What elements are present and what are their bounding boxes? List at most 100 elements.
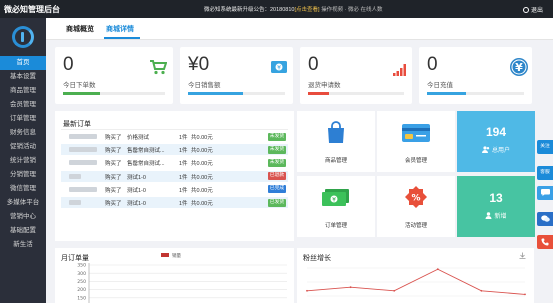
sidebar-item[interactable]: 分销管理: [0, 168, 46, 182]
sidebar-item[interactable]: 商品管理: [0, 84, 46, 98]
svg-text:¥: ¥: [332, 197, 336, 204]
sidebar-item[interactable]: 首页: [0, 56, 46, 70]
order-qty: 1件: [179, 161, 188, 168]
sidebar-item[interactable]: 会员管理: [0, 98, 46, 112]
sidebar-item[interactable]: 多媒体平台: [0, 196, 46, 210]
stat-progress: [63, 92, 165, 95]
total-users-text: 总用户: [491, 148, 510, 154]
order-status-badge: 未发货: [268, 145, 286, 154]
stat-progress-fill: [308, 92, 330, 95]
stat-label: 今日销售额: [188, 82, 221, 89]
sidebar-item[interactable]: 基本设置: [0, 70, 46, 84]
order-status-badge: 已发货: [268, 198, 286, 207]
tile-goods[interactable]: 商品管理: [297, 111, 375, 172]
follow-button[interactable]: 关注: [537, 140, 553, 154]
top-bar: 微必知管理后台 微必知系统最新升级公告：20180810[点击查看] 操作视频 …: [0, 0, 553, 18]
sidebar-item[interactable]: 统计营销: [0, 154, 46, 168]
stat-value: ¥0: [188, 54, 210, 75]
sidebar-item[interactable]: 财务信息: [0, 126, 46, 140]
tile-activity[interactable]: % 活动管理: [377, 176, 455, 237]
order-qty: 1件: [179, 135, 188, 141]
sidebar-item[interactable]: 促销活动: [0, 140, 46, 154]
latest-orders-panel: 最新订单 购买了 价格测试 1件 共0.00元 未发货 购买了 售罄常自测试... 1件 共0.…: [55, 111, 294, 241]
power-icon: [522, 7, 529, 13]
money-stack-icon: ¥: [322, 189, 349, 206]
order-row[interactable]: 购买了 测试1-0 1件 共0.00元 已完成: [61, 184, 288, 195]
order-price: 共0.00元: [191, 201, 213, 207]
tile-orders[interactable]: ¥ 订单管理: [297, 176, 375, 237]
total-users-label: 总用户: [457, 145, 535, 154]
sidebar-item[interactable]: 微信管理: [0, 182, 46, 196]
sidebar-item[interactable]: 营销中心: [0, 210, 46, 224]
exit-button[interactable]: 退出: [522, 5, 543, 14]
tile-total-users[interactable]: 194 总用户: [457, 111, 535, 172]
fans-growth-point: [480, 289, 483, 292]
phone-button[interactable]: [537, 235, 553, 249]
buyer-name-redacted: [69, 160, 97, 166]
notice-link[interactable]: [点击查看]: [294, 7, 319, 13]
new-users-text: 新增: [494, 214, 507, 220]
sidebar-item[interactable]: 基础配置: [0, 224, 46, 238]
page-tabs: 商城概览 商城详情: [46, 18, 553, 40]
order-action: 购买了: [105, 135, 122, 141]
order-row[interactable]: 购买了 测试1-0 1件 共0.00元 已退款: [61, 170, 288, 182]
stat-card-recharge[interactable]: 0 今日充值 ¥: [419, 47, 532, 104]
svg-text:¥: ¥: [277, 65, 281, 72]
stat-card-orders[interactable]: 0 今日下单数: [55, 47, 173, 104]
orders-title: 最新订单: [63, 121, 91, 128]
tile-members[interactable]: 会员管理: [377, 111, 455, 172]
notice-extra[interactable]: 操作视频 · 微必 在线人数: [320, 7, 382, 13]
buyer-name-redacted: [69, 186, 97, 192]
order-row[interactable]: 购买了 测试1-0 1件 共0.00元 已发货: [61, 197, 288, 208]
stat-label: 今日下单数: [63, 82, 96, 89]
stat-card-sales[interactable]: ¥0 今日销售额 ¥: [180, 47, 293, 104]
tile-label: 会员管理: [404, 158, 427, 164]
order-action: 购买了: [105, 201, 122, 207]
stat-value: 0: [308, 54, 319, 75]
monthly-orders-chart: 销量 350 300 250 200 150: [77, 252, 287, 303]
member-card-icon: [402, 124, 430, 142]
sidebar-item[interactable]: 订单管理: [0, 112, 46, 126]
order-row[interactable]: 购买了 价格测试 1件 共0.00元 未发货: [61, 131, 288, 142]
fans-growth-point: [524, 293, 526, 296]
order-product: 测试1-0: [127, 174, 146, 181]
tile-label: 活动管理: [404, 223, 427, 229]
order-price: 共0.00元: [191, 187, 213, 194]
order-product: 测试1-0: [127, 187, 146, 194]
stat-progress-fill: [427, 92, 466, 95]
y-tick-label: 350: [77, 263, 86, 269]
tab-detail[interactable]: 商城详情: [106, 24, 134, 34]
buyer-name-redacted: [69, 147, 97, 153]
order-product: 售罄常自测试...: [127, 161, 165, 168]
fans-growth-chart: [306, 267, 526, 297]
order-status-badge: 未发货: [268, 158, 286, 167]
cart-icon: [150, 60, 167, 75]
order-status-badge: 未发货: [268, 132, 286, 141]
chat-button[interactable]: [537, 186, 553, 200]
stat-label: 今日充值: [427, 82, 453, 89]
tab-overview[interactable]: 商城概览: [66, 24, 94, 34]
stat-progress: [188, 92, 285, 95]
order-qty: 1件: [179, 187, 188, 194]
sidebar-item[interactable]: 新生活: [0, 238, 46, 252]
order-action: 购买了: [105, 161, 122, 168]
stat-card-returns[interactable]: 0 退货申请数: [300, 47, 412, 104]
legend-swatch: [161, 253, 169, 257]
exit-label: 退出: [530, 8, 543, 14]
order-action: 购买了: [105, 148, 122, 155]
fans-growth-point: [349, 286, 352, 289]
service-button[interactable]: 客服: [537, 166, 553, 180]
active-tab-indicator: [104, 37, 140, 39]
order-row[interactable]: 购买了 售罄常自测试... 1件 共0.00元 未发货: [61, 157, 288, 168]
fans-growth-panel: 粉丝增长: [297, 248, 534, 303]
upgrade-notice: 微必知系统最新升级公告：20180810[点击查看] 操作视频 · 微必 在线人…: [204, 5, 383, 13]
stat-progress-fill: [188, 92, 244, 95]
wechat-button[interactable]: [537, 212, 553, 226]
buyer-name-redacted: [69, 173, 81, 179]
tile-new-users[interactable]: 13 新增: [457, 176, 535, 237]
banknote-icon: ¥: [271, 61, 287, 73]
order-price: 共0.00元: [191, 135, 213, 141]
y-tick-label: 150: [77, 295, 86, 301]
order-qty: 1件: [179, 201, 188, 207]
order-row[interactable]: 购买了 售罄常自测试... 1件 共0.00元 未发货: [61, 144, 288, 156]
